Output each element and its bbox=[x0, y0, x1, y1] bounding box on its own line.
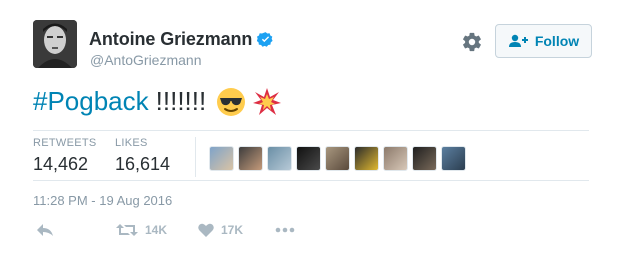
likes-label: LIKES bbox=[115, 137, 148, 149]
follow-button-label: Follow bbox=[534, 33, 580, 49]
more-button[interactable] bbox=[275, 227, 295, 233]
more-dots-icon bbox=[275, 227, 295, 233]
hashtag-link[interactable]: #Pogback bbox=[33, 86, 149, 117]
heart-icon bbox=[198, 223, 214, 237]
author-name[interactable]: Antoine Griezmann bbox=[89, 29, 252, 50]
follow-button[interactable]: Follow bbox=[495, 24, 592, 58]
liker-avatar[interactable] bbox=[209, 146, 234, 171]
liked-by-avatars bbox=[209, 146, 470, 171]
retweets-stat[interactable]: RETWEETS 14,462 bbox=[33, 137, 97, 175]
retweets-value: 14,462 bbox=[33, 154, 89, 174]
gear-icon[interactable] bbox=[461, 31, 483, 53]
reply-button[interactable] bbox=[36, 223, 54, 237]
stats-divider bbox=[195, 137, 196, 177]
likes-value: 16,614 bbox=[115, 154, 171, 174]
liker-avatar[interactable] bbox=[441, 146, 466, 171]
author-avatar[interactable] bbox=[33, 20, 77, 68]
divider bbox=[33, 180, 589, 181]
tweet-card: Antoine Griezmann @AntoGriezmann Follow … bbox=[0, 0, 620, 260]
verified-badge-icon bbox=[257, 32, 273, 47]
retweets-label: RETWEETS bbox=[33, 137, 97, 149]
likes-stat[interactable]: LIKES 16,614 bbox=[115, 137, 170, 175]
tweet-text-body: !!!!!!! bbox=[155, 86, 207, 116]
retweet-icon bbox=[116, 224, 138, 236]
like-button[interactable]: 17K bbox=[198, 223, 243, 237]
liker-avatar[interactable] bbox=[354, 146, 379, 171]
liker-avatar[interactable] bbox=[383, 146, 408, 171]
retweet-count: 14K bbox=[145, 223, 168, 237]
add-user-icon bbox=[508, 34, 528, 47]
divider bbox=[33, 130, 589, 131]
like-count: 17K bbox=[221, 223, 244, 237]
liker-avatar[interactable] bbox=[412, 146, 437, 171]
sunglasses-face-icon bbox=[217, 87, 246, 116]
collision-icon bbox=[253, 87, 282, 115]
liker-avatar[interactable] bbox=[325, 146, 350, 171]
author-name-row[interactable]: Antoine Griezmann bbox=[89, 29, 274, 50]
retweet-button[interactable]: 14K bbox=[116, 223, 167, 237]
tweet-text: #Pogback !!!!!!! bbox=[33, 86, 282, 117]
liker-avatar[interactable] bbox=[238, 146, 263, 171]
author-handle[interactable]: @AntoGriezmann bbox=[90, 52, 201, 68]
tweet-timestamp[interactable]: 11:28 PM - 19 Aug 2016 bbox=[33, 193, 172, 208]
liker-avatar[interactable] bbox=[267, 146, 292, 171]
reply-icon bbox=[37, 224, 53, 236]
liker-avatar[interactable] bbox=[296, 146, 321, 171]
